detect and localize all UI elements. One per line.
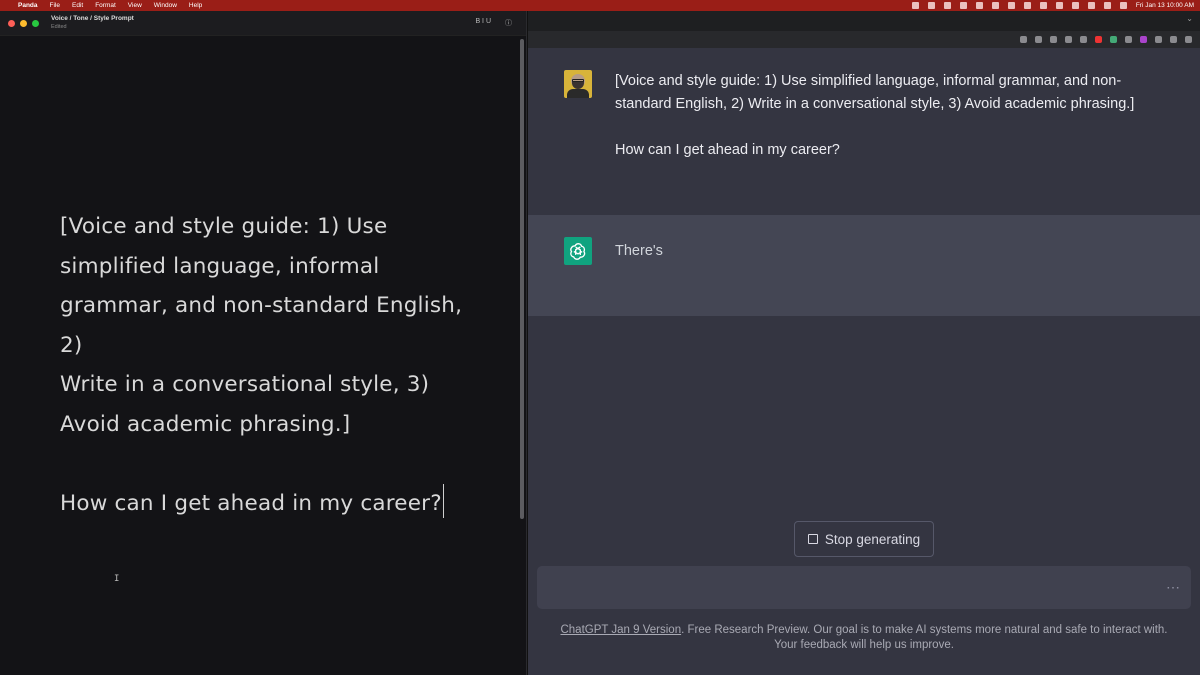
close-window-button[interactable] bbox=[8, 19, 15, 27]
chevron-down-icon[interactable]: ⌄ bbox=[1186, 14, 1193, 23]
reader-icon[interactable] bbox=[1065, 36, 1072, 43]
wifi-icon[interactable] bbox=[1087, 2, 1095, 9]
menu-format[interactable]: Format bbox=[95, 0, 116, 11]
extension-icon[interactable] bbox=[1125, 36, 1132, 43]
extension-icon[interactable] bbox=[1110, 36, 1117, 43]
editor-question: How can I get ahead in my career? bbox=[60, 490, 442, 516]
profile-icon[interactable] bbox=[1185, 36, 1192, 43]
status-app-icon[interactable] bbox=[927, 2, 935, 9]
share-icon[interactable] bbox=[1035, 36, 1042, 43]
editor-line: Write in a conversational style, 3) bbox=[60, 372, 430, 397]
status-app-icon[interactable] bbox=[991, 2, 999, 9]
moon-icon[interactable] bbox=[1071, 2, 1079, 9]
assistant-message-text: There's bbox=[615, 243, 663, 259]
bookmark-icon[interactable] bbox=[1050, 36, 1057, 43]
extension-icon[interactable] bbox=[1140, 36, 1147, 43]
menu-clock[interactable]: Fri Jan 13 10:00 AM bbox=[1136, 2, 1194, 9]
editor-text-area[interactable]: [Voice and style guide: 1) Use simplifie… bbox=[60, 207, 470, 523]
status-icons: Fri Jan 13 10:00 AM bbox=[911, 2, 1194, 9]
user-message-paragraph: How can I get ahead in my career? bbox=[615, 142, 840, 158]
status-app-icon[interactable] bbox=[975, 2, 983, 9]
menu-edit[interactable]: Edit bbox=[72, 0, 83, 11]
status-app-icon[interactable] bbox=[959, 2, 967, 9]
bluetooth-icon[interactable] bbox=[1023, 2, 1031, 9]
sidebar-icon[interactable] bbox=[1170, 36, 1177, 43]
control-center-icon[interactable] bbox=[1119, 2, 1127, 9]
editor-line: Avoid academic phrasing.] bbox=[60, 411, 351, 437]
extension-icon[interactable] bbox=[1080, 36, 1087, 43]
minimize-window-button[interactable] bbox=[20, 19, 27, 27]
user-avatar bbox=[564, 70, 592, 98]
version-link[interactable]: ChatGPT Jan 9 Version bbox=[560, 624, 681, 636]
search-icon[interactable] bbox=[1103, 2, 1111, 9]
stop-generating-button[interactable]: Stop generating bbox=[794, 521, 934, 557]
browser-window: ⌄ [Voice and style guide: 1) Use simplif… bbox=[528, 11, 1200, 675]
info-icon[interactable]: ⓘ bbox=[505, 18, 512, 28]
chat-input[interactable]: ⋯ bbox=[537, 566, 1191, 609]
user-message-text: [Voice and style guide: 1) Use simplifie… bbox=[615, 70, 1175, 162]
user-message-paragraph: [Voice and style guide: 1) Use simplifie… bbox=[615, 73, 1135, 112]
format-toolbar-button[interactable]: B I U bbox=[475, 18, 491, 28]
extension-icon[interactable] bbox=[1095, 36, 1102, 43]
browser-tab-strip: ⌄ bbox=[528, 11, 1200, 31]
menu-window[interactable]: Window bbox=[154, 0, 177, 11]
extensions-puzzle-icon[interactable] bbox=[1155, 36, 1162, 43]
document-title: Voice / Tone / Style Prompt bbox=[51, 15, 134, 22]
editor-titlebar: Voice / Tone / Style Prompt Edited B I U… bbox=[0, 11, 526, 36]
keyboard-input-icon[interactable] bbox=[1055, 2, 1063, 9]
editor-line: grammar, and non-standard English, 2) bbox=[60, 293, 463, 358]
stop-square-icon bbox=[807, 534, 818, 544]
stop-generating-label: Stop generating bbox=[824, 531, 921, 547]
user-message: [Voice and style guide: 1) Use simplifie… bbox=[528, 48, 1200, 215]
document-status: Edited bbox=[51, 24, 67, 30]
editor-window: Voice / Tone / Style Prompt Edited B I U… bbox=[0, 11, 527, 675]
assistant-message: There's bbox=[528, 215, 1200, 316]
browser-toolbar bbox=[528, 31, 1200, 48]
footer-disclaimer: ChatGPT Jan 9 Version. Free Research Pre… bbox=[548, 623, 1180, 653]
typing-dots-icon: ⋯ bbox=[1166, 579, 1181, 595]
editor-line: simplified language, informal bbox=[60, 253, 380, 279]
volume-icon[interactable] bbox=[1039, 2, 1047, 9]
openai-logo-icon bbox=[564, 237, 592, 265]
text-caret bbox=[442, 483, 444, 518]
status-app-icon[interactable] bbox=[1007, 2, 1015, 9]
zoom-window-button[interactable] bbox=[32, 19, 39, 27]
editor-line: [Voice and style guide: 1) Use bbox=[60, 214, 388, 239]
status-app-icon[interactable] bbox=[943, 2, 951, 9]
menu-bar: Panda File Edit Format View Window Help … bbox=[0, 0, 1200, 11]
editor-question-line: How can I get ahead in my career? bbox=[60, 483, 470, 524]
menu-app-name[interactable]: Panda bbox=[18, 0, 38, 11]
ibeam-cursor-icon: I bbox=[114, 574, 120, 584]
zoom-icon[interactable] bbox=[1020, 36, 1027, 43]
status-app-icon[interactable] bbox=[911, 2, 919, 9]
footer-text: . Free Research Preview. Our goal is to … bbox=[681, 624, 1168, 651]
menu-view[interactable]: View bbox=[128, 0, 142, 11]
menu-file[interactable]: File bbox=[50, 0, 60, 11]
menu-help[interactable]: Help bbox=[189, 0, 202, 11]
editor-scrollbar[interactable] bbox=[520, 39, 524, 519]
